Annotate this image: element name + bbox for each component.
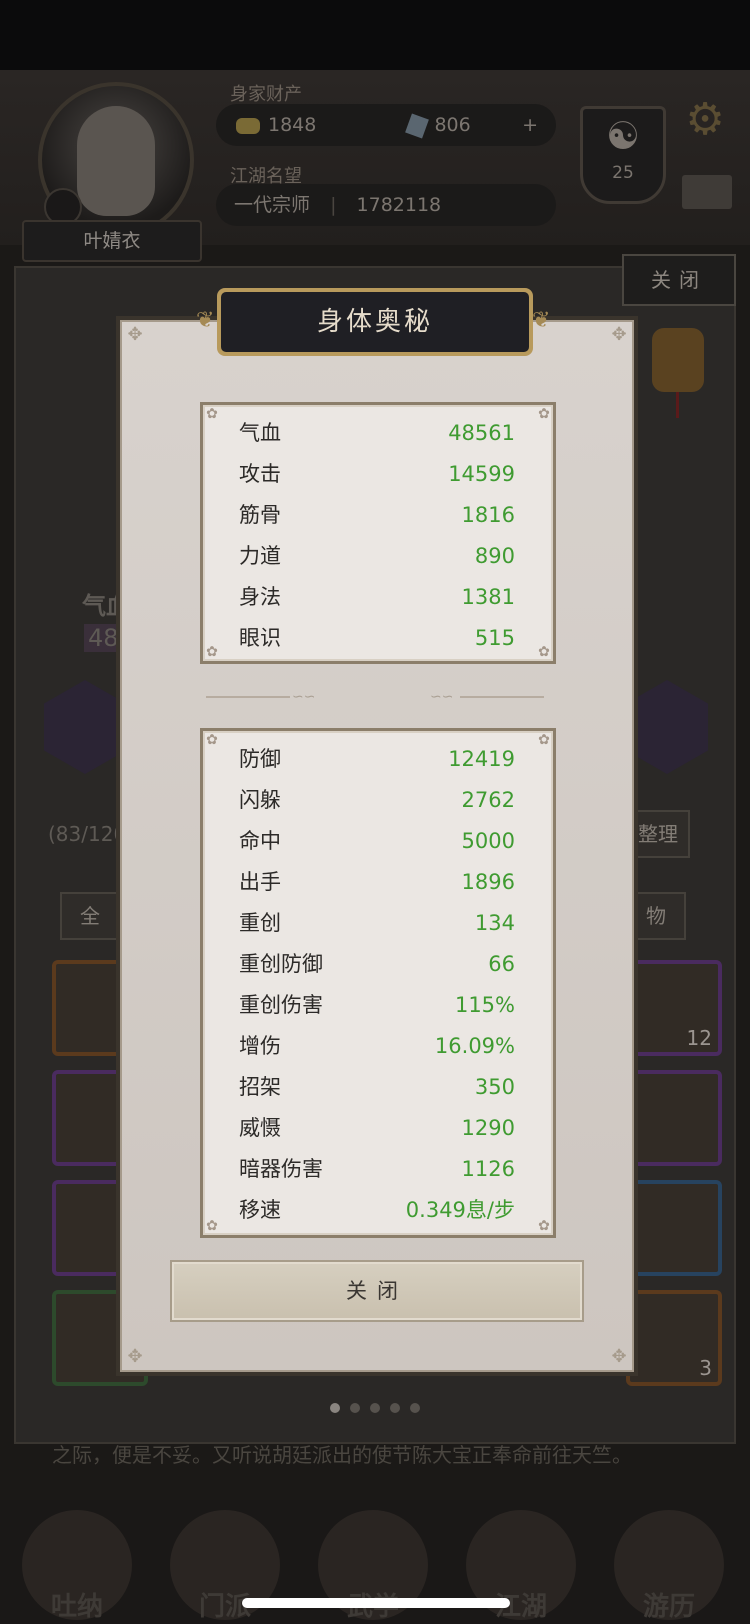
stat-value: 1290 [461, 1116, 515, 1140]
stat-label: 暗器伤害 [239, 1157, 323, 1181]
stat-label: 移速 [239, 1198, 281, 1222]
stat-value: 16.09% [434, 1034, 515, 1058]
close-button[interactable]: 关闭 [170, 1260, 584, 1322]
dialog-title: 身体奥秘 [221, 292, 529, 352]
stat-value: 115% [454, 993, 515, 1017]
stat-value: 66 [488, 952, 515, 976]
stat-row-initiative: 出手 1896 [239, 862, 515, 902]
stat-label: 重创伤害 [239, 993, 323, 1017]
box-corner-ornament: ✿ [538, 406, 550, 422]
corner-ornament: ✥ [127, 1346, 143, 1367]
stat-value: 48561 [448, 421, 515, 445]
stat-value: 515 [474, 626, 515, 650]
stat-label: 增伤 [239, 1034, 281, 1058]
home-indicator[interactable] [242, 1598, 510, 1608]
stat-value: 890 [474, 544, 515, 568]
stat-row-dodge: 闪躲 2762 [239, 780, 515, 820]
divider-line [460, 696, 544, 698]
stat-value: 134 [474, 911, 515, 935]
stat-label: 出手 [239, 870, 281, 894]
stat-row-damage-bonus: 增伤 16.09% [239, 1026, 515, 1066]
stat-value: 1126 [461, 1157, 515, 1181]
stat-label: 招架 [239, 1075, 281, 1099]
stat-label: 防御 [239, 747, 281, 771]
stat-row-crit-damage: 重创伤害 115% [239, 985, 515, 1025]
stat-row-perception: 眼识 515 [239, 618, 515, 658]
stat-row-hidden-weapon-damage: 暗器伤害 1126 [239, 1149, 515, 1189]
combat-stats-box: ✿ ✿ ✿ ✿ 防御 12419 闪躲 2762 命中 5000 出手 1896… [200, 728, 556, 1238]
dialog-title-frame: 身体奥秘 [217, 288, 533, 356]
stat-value: 5000 [461, 829, 515, 853]
divider-line [206, 696, 290, 698]
stat-value: 1816 [461, 503, 515, 527]
divider-swirl-icon: ∽∽ [292, 689, 316, 705]
stat-value: 1896 [461, 870, 515, 894]
box-corner-ornament: ✿ [206, 406, 218, 422]
stat-label: 闪躲 [239, 788, 281, 812]
stat-label: 威慑 [239, 1116, 281, 1140]
stat-row-crit-defense: 重创防御 66 [239, 944, 515, 984]
stat-value: 2762 [461, 788, 515, 812]
stat-label: 命中 [239, 829, 281, 853]
stat-row-intimidation: 威慑 1290 [239, 1108, 515, 1148]
box-corner-ornament: ✿ [538, 732, 550, 748]
stat-label: 身法 [239, 585, 281, 609]
stat-row-parry: 招架 350 [239, 1067, 515, 1107]
stat-row-attack: 攻击 14599 [239, 454, 515, 494]
box-corner-ornament: ✿ [538, 644, 550, 660]
stat-label: 筋骨 [239, 503, 281, 527]
corner-ornament: ✥ [611, 324, 627, 345]
title-ornament-right: ❦ [532, 308, 551, 333]
stat-row-defense: 防御 12419 [239, 739, 515, 779]
stat-label: 重创防御 [239, 952, 323, 976]
stat-label: 攻击 [239, 462, 281, 486]
stat-value: 1381 [461, 585, 515, 609]
stat-value: 350 [474, 1075, 515, 1099]
stat-row-agility: 身法 1381 [239, 577, 515, 617]
stat-row-strength: 力道 890 [239, 536, 515, 576]
stat-value: 12419 [448, 747, 515, 771]
stat-row-hit: 命中 5000 [239, 821, 515, 861]
stat-label: 力道 [239, 544, 281, 568]
corner-ornament: ✥ [127, 324, 143, 345]
box-corner-ornament: ✿ [206, 732, 218, 748]
box-corner-ornament: ✿ [206, 644, 218, 660]
corner-ornament: ✥ [611, 1346, 627, 1367]
stat-row-crit: 重创 134 [239, 903, 515, 943]
divider-swirl-icon: ∽∽ [430, 689, 454, 705]
stat-row-hp: 气血 48561 [239, 413, 515, 453]
stat-value: 14599 [448, 462, 515, 486]
base-stats-box: ✿ ✿ ✿ ✿ 气血 48561 攻击 14599 筋骨 1816 力道 890… [200, 402, 556, 664]
box-corner-ornament: ✿ [538, 1218, 550, 1234]
stat-label: 重创 [239, 911, 281, 935]
title-ornament-left: ❦ [196, 308, 215, 333]
stat-value: 0.349息/步 [405, 1198, 515, 1222]
stat-row-constitution: 筋骨 1816 [239, 495, 515, 535]
stat-label: 眼识 [239, 626, 281, 650]
section-divider: ∽∽ ∽∽ [206, 690, 544, 704]
box-corner-ornament: ✿ [206, 1218, 218, 1234]
stat-label: 气血 [239, 421, 281, 445]
stat-row-move-speed: 移速 0.349息/步 [239, 1190, 515, 1230]
